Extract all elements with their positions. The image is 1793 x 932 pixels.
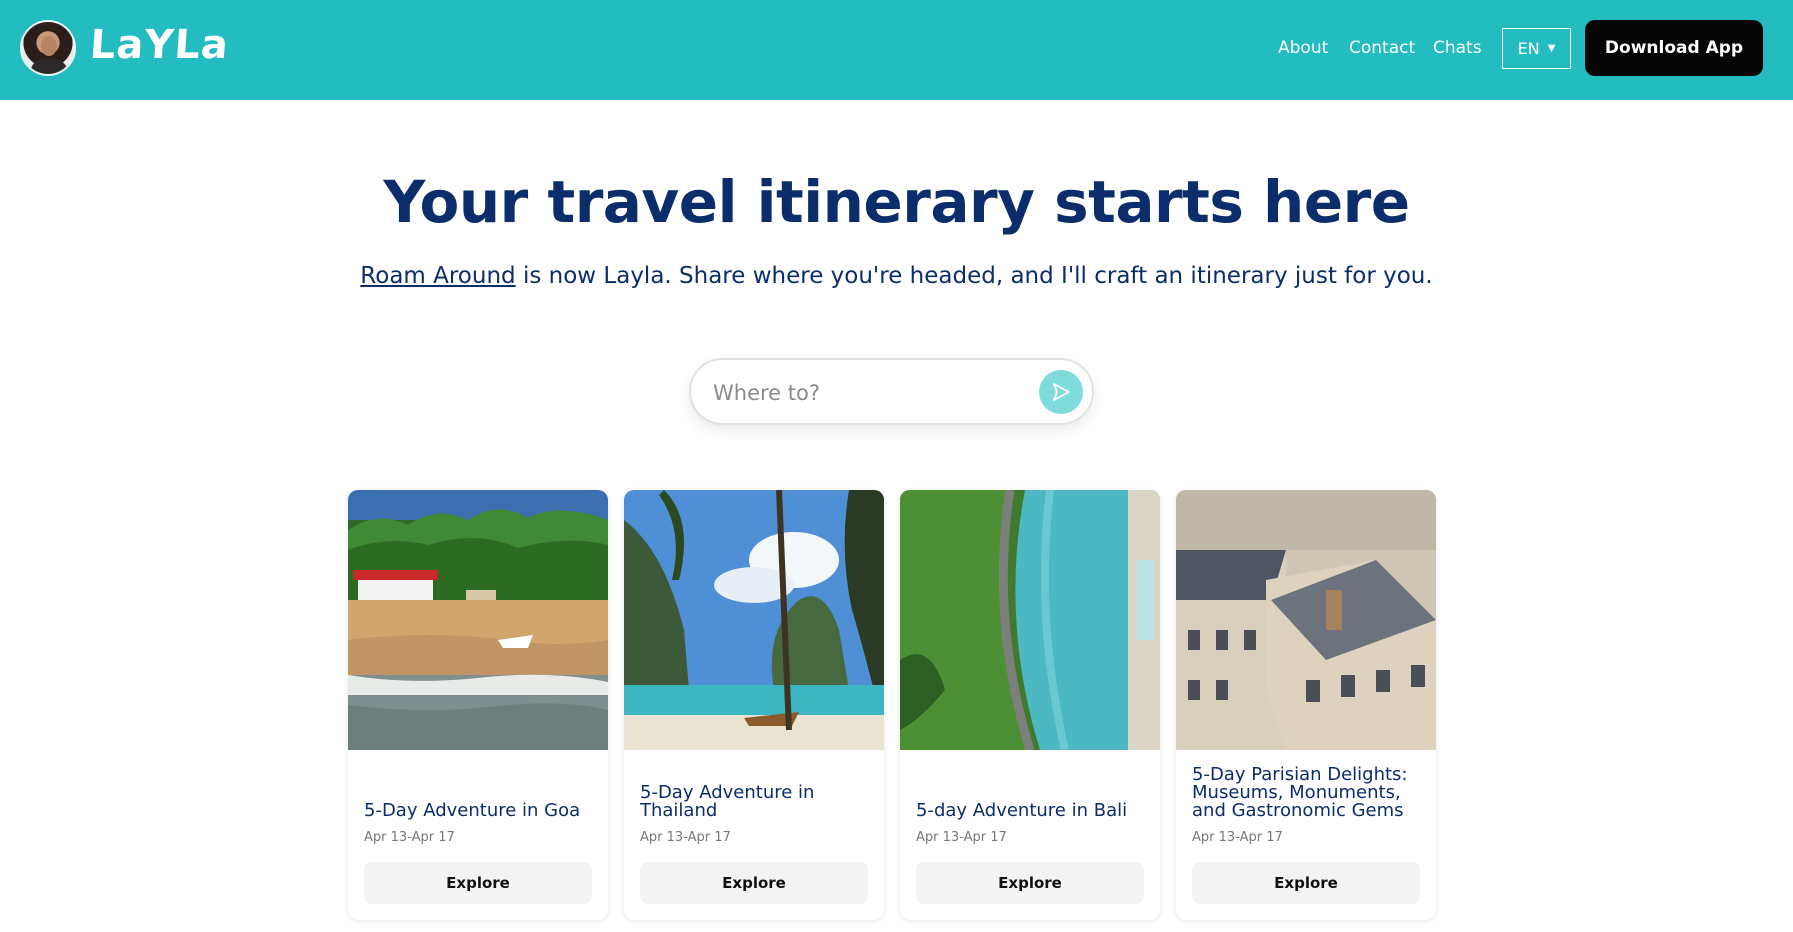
send-icon [1053,383,1070,401]
page-title: Your travel itinerary starts here [383,168,1410,236]
explore-button[interactable]: Explore [1192,862,1420,904]
card-title: 5-day Adventure in Bali [916,800,1128,821]
roam-around-link[interactable]: Roam Around [360,263,515,289]
search-input[interactable] [713,378,1013,408]
nav-chats-link[interactable]: Chats [1433,38,1482,58]
download-app-button[interactable]: Download App [1585,20,1763,76]
language-value: EN [1517,39,1540,58]
explore-button[interactable]: Explore [916,862,1144,904]
card-dates: Apr 13-Apr 17 [1192,830,1283,845]
hero-subtitle: Roam Around is now Layla. Share where yo… [0,263,1793,289]
card-title: 5-Day Parisian Delights: Museums, Monume… [1192,764,1408,821]
avatar-face [41,36,57,56]
paris-image [1176,490,1436,750]
avatar-body [31,58,67,74]
hero-subtitle-text: is now Layla. Share where you're headed,… [515,263,1433,289]
avatar[interactable] [20,20,76,76]
card-dates: Apr 13-Apr 17 [640,830,731,845]
trip-card-thailand[interactable]: 5-Day Adventure in Thailand Apr 13-Apr 1… [624,490,884,920]
trip-card-bali[interactable]: 5-day Adventure in Bali Apr 13-Apr 17 Ex… [900,490,1160,920]
card-dates: Apr 13-Apr 17 [364,830,455,845]
explore-button[interactable]: Explore [364,862,592,904]
send-button[interactable] [1039,370,1083,414]
card-title: 5-Day Adventure in Thailand [640,782,815,821]
chevron-down-icon: ▼ [1547,43,1556,54]
card-title: 5-Day Adventure in Goa [364,800,581,821]
card-dates: Apr 13-Apr 17 [916,830,1007,845]
brand-logo[interactable]: LaYLa [88,22,230,68]
search-box [689,358,1094,425]
top-nav: LaYLa About Contact Chats EN ▼ Download … [0,0,1793,100]
nav-contact-link[interactable]: Contact [1349,38,1415,58]
goa-image [348,490,608,750]
explore-button[interactable]: Explore [640,862,868,904]
trip-card-paris[interactable]: 5-Day Parisian Delights: Museums, Monume… [1176,490,1436,920]
nav-about-link[interactable]: About [1278,38,1328,58]
thailand-image [624,490,884,750]
bali-image [900,490,1160,750]
language-select[interactable]: EN ▼ [1502,28,1571,69]
trip-card-goa[interactable]: 5-Day Adventure in Goa Apr 13-Apr 17 Exp… [348,490,608,920]
